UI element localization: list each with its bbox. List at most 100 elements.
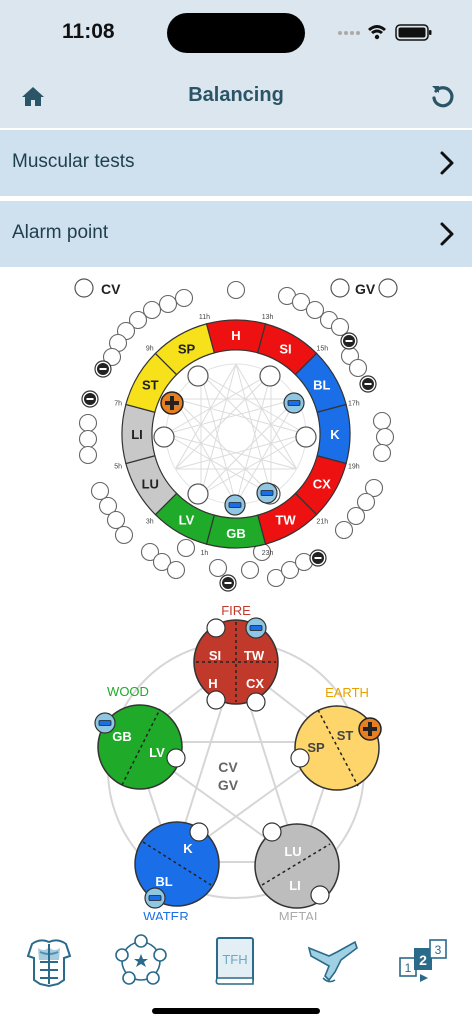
meridian-point[interactable] [330, 317, 350, 337]
meridian-point[interactable] [158, 294, 178, 314]
wheel-label-li: LI [131, 427, 143, 442]
sequence-label-3: 3 [435, 943, 442, 957]
navigation-bar: Balancing [0, 64, 472, 128]
five-elements-icon[interactable] [110, 930, 172, 992]
wheel-hour-label: 9h [146, 346, 154, 353]
sequence-label-2: 2 [419, 952, 427, 968]
gv-point[interactable] [330, 278, 350, 298]
meridian-point[interactable] [348, 358, 368, 378]
cv-label: CV [101, 281, 121, 297]
chevron-right-icon [440, 151, 454, 175]
tfh-book-icon[interactable]: TFH [205, 930, 267, 992]
meridian-point[interactable] [78, 413, 98, 433]
wheel-label-si: SI [279, 341, 291, 356]
reset-icon[interactable] [428, 81, 458, 111]
metal-lu-point[interactable] [262, 822, 282, 842]
battery-icon [395, 24, 432, 41]
wheel-label-tw: TW [275, 513, 296, 528]
gv-extra-point[interactable] [378, 278, 398, 298]
meridian-point[interactable] [106, 510, 126, 530]
center-gv-label: GV [218, 777, 239, 793]
page-title: Balancing [188, 84, 284, 106]
water-k-point[interactable] [189, 822, 209, 842]
inner-point[interactable] [153, 426, 175, 448]
fire-h-point[interactable] [206, 690, 226, 710]
inner-point[interactable] [295, 426, 317, 448]
wheel-label-st: ST [142, 378, 159, 393]
blue-minus-bar [260, 490, 274, 496]
menu-item-label: Muscular tests [12, 151, 135, 172]
inner-point[interactable] [187, 365, 209, 387]
meridian-point[interactable] [176, 538, 196, 558]
menu-item-muscular-tests[interactable]: Muscular tests [0, 130, 472, 196]
wheel-hour-label: 5h [114, 464, 122, 471]
wheel-hour-label: 19h [348, 464, 360, 471]
fire-si-point[interactable] [206, 618, 226, 638]
meridian-point[interactable] [78, 445, 98, 465]
blue-minus-bar [287, 400, 301, 406]
status-icons [338, 24, 432, 41]
water-k-label: K [183, 841, 193, 856]
menu-item-alarm-point[interactable]: Alarm point [0, 201, 472, 267]
wood-label: WOOD [107, 684, 149, 699]
fire-tw-label: TW [244, 648, 265, 663]
meridian-point[interactable] [90, 481, 110, 501]
center-cv-label: CV [218, 759, 238, 775]
meridian-wheel: H 11h SI 13h BL 15h K 17h CX 19h TW 21h GB 23h LV 1h LU 3… [114, 314, 360, 557]
minus-bar [314, 557, 322, 559]
meridian-point[interactable] [334, 520, 354, 540]
metal-li-point[interactable] [310, 885, 330, 905]
wheel-hour-label: 23h [262, 550, 274, 557]
fire-label: FIRE [221, 603, 251, 618]
earth-sp-point[interactable] [290, 748, 310, 768]
meridian-network [165, 363, 307, 505]
meridian-point[interactable] [372, 443, 392, 463]
water-bl-label: BL [155, 874, 172, 889]
wheel-label-gb: GB [226, 526, 246, 541]
meridian-point[interactable] [174, 288, 194, 308]
dynamic-island [167, 13, 305, 53]
sequence-numbers-icon[interactable]: 1 2 3 [394, 930, 456, 992]
metal-lu-label: LU [284, 844, 301, 859]
meridian-point[interactable] [240, 560, 260, 580]
wheel-label-sp: SP [178, 341, 196, 356]
wheel-hour-label: 17h [348, 400, 360, 407]
meridian-point[interactable] [78, 429, 98, 449]
meridian-point[interactable] [346, 506, 366, 526]
meridian-point[interactable] [372, 411, 392, 431]
wood-lv-point[interactable] [166, 748, 186, 768]
minus-bar [86, 398, 94, 400]
balancing-diagram: CV GV H 11h SI 13h BL 15h K 17h CX 19h TW 21h GB 23h L… [74, 278, 398, 920]
wheel-label-lv: LV [179, 513, 195, 528]
inner-point[interactable] [259, 365, 281, 387]
fire-si-label: SI [209, 648, 221, 663]
inner-point[interactable] [187, 483, 209, 505]
meridian-point[interactable] [208, 558, 228, 578]
minus-bar [345, 340, 353, 342]
earth-sp-label: SP [307, 740, 325, 755]
fire-h-label: H [208, 676, 217, 691]
wood-lv-label: LV [149, 745, 165, 760]
blue-minus-bar [228, 502, 242, 508]
wheel-hour-label: 11h [199, 314, 210, 321]
five-elements-diagram: CV GV FIRE SI TW H CX EARTH SP ST WOOD G… [97, 603, 380, 920]
wheel-hour-label: 7h [114, 400, 122, 407]
cv-point[interactable] [74, 278, 94, 298]
wheel-hour-label: 1h [201, 550, 209, 557]
meridian-point[interactable] [166, 560, 186, 580]
meridian-point[interactable] [375, 427, 395, 447]
wheel-hour-label: 21h [316, 518, 328, 525]
wheel-label-k: K [330, 427, 340, 442]
wheel-hour-label: 15h [316, 346, 328, 353]
blue-minus-bar [98, 720, 112, 726]
status-time: 11:08 [62, 20, 115, 43]
wheel-label-bl: BL [313, 378, 330, 393]
metal-label: METAL [279, 909, 321, 920]
meridian-point[interactable] [226, 280, 246, 300]
fire-cx-point[interactable] [246, 692, 266, 712]
meridian-point[interactable] [114, 525, 134, 545]
arm-test-icon[interactable] [301, 930, 363, 992]
meridian-link [165, 433, 272, 496]
chevron-right-icon [440, 222, 454, 246]
muscle-body-icon[interactable] [18, 930, 80, 992]
